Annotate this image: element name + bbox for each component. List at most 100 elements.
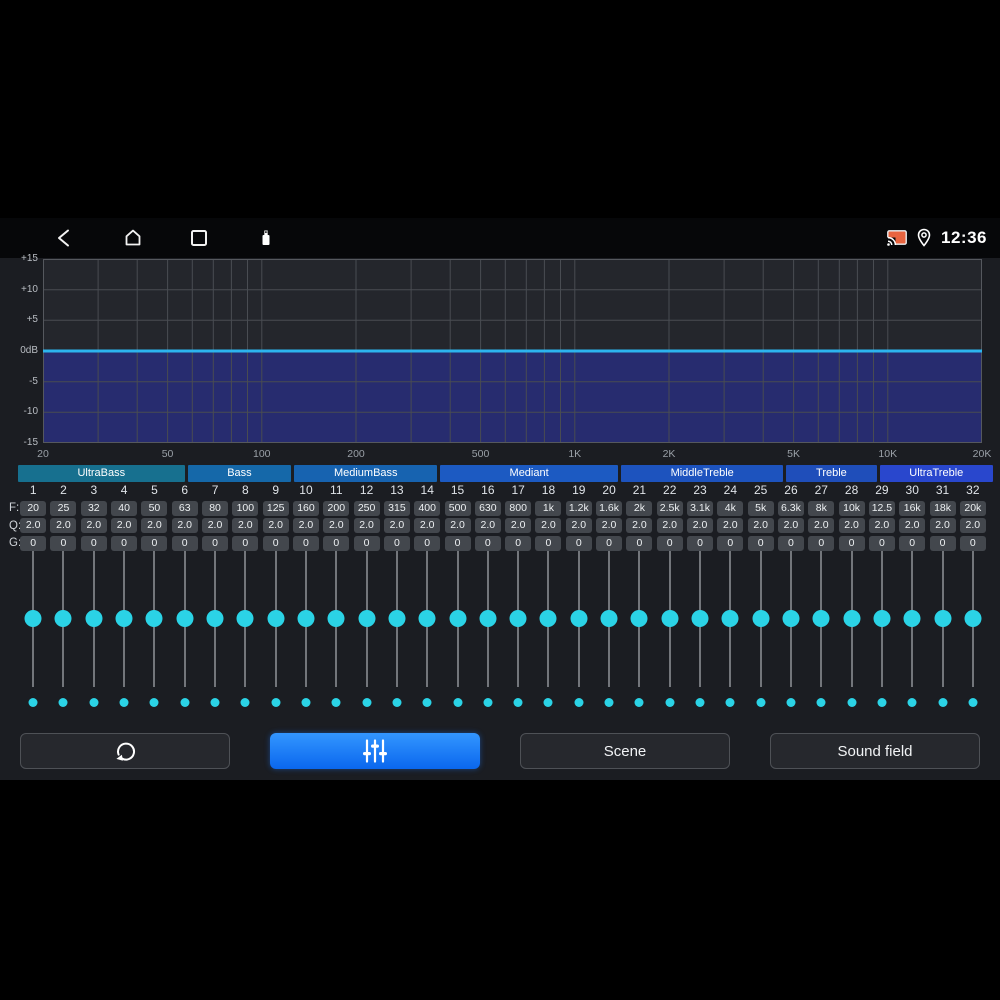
gain-value[interactable]: 0 (474, 535, 501, 551)
slider-knob[interactable] (85, 610, 103, 627)
sound-field-button[interactable]: Sound field (770, 733, 980, 769)
slider-knob[interactable] (449, 610, 467, 627)
slider-knob[interactable] (145, 610, 163, 627)
gain-value[interactable]: 0 (777, 535, 804, 551)
frequency-value[interactable]: 18k (929, 500, 956, 516)
frequency-value[interactable]: 315 (383, 500, 410, 516)
frequency-value[interactable]: 4k (717, 500, 744, 516)
frequency-value[interactable]: 16k (899, 500, 926, 516)
slider-knob[interactable] (418, 610, 436, 627)
slider-knob[interactable] (843, 610, 861, 627)
gain-value[interactable]: 0 (565, 535, 592, 551)
gain-value[interactable]: 0 (687, 535, 714, 551)
frequency-value[interactable]: 2k (626, 500, 653, 516)
gain-value[interactable]: 0 (171, 535, 198, 551)
frequency-value[interactable]: 3.1k (687, 500, 714, 516)
gain-value[interactable]: 0 (353, 535, 380, 551)
back-icon[interactable] (53, 226, 77, 250)
frequency-value[interactable]: 50 (141, 500, 168, 516)
band-header-bass[interactable]: Bass (187, 465, 292, 482)
gain-value[interactable]: 0 (899, 535, 926, 551)
q-factor-value[interactable]: 2.0 (383, 518, 410, 533)
slider-knob[interactable] (327, 610, 345, 627)
frequency-value[interactable]: 200 (323, 500, 350, 516)
q-factor-value[interactable]: 2.0 (687, 518, 714, 533)
frequency-value[interactable]: 8k (808, 500, 835, 516)
home-icon[interactable] (121, 226, 145, 250)
slider-knob[interactable] (206, 610, 224, 627)
slider-knob[interactable] (509, 610, 527, 627)
frequency-value[interactable]: 100 (232, 500, 259, 516)
band-header-treble[interactable]: Treble (786, 465, 877, 482)
q-factor-value[interactable]: 2.0 (262, 518, 289, 533)
q-factor-value[interactable]: 2.0 (717, 518, 744, 533)
frequency-value[interactable]: 25 (50, 500, 77, 516)
frequency-value[interactable]: 250 (353, 500, 380, 516)
q-factor-value[interactable]: 2.0 (808, 518, 835, 533)
q-factor-value[interactable]: 2.0 (111, 518, 138, 533)
slider-knob[interactable] (24, 610, 42, 627)
slider-knob[interactable] (115, 610, 133, 627)
band-header-mediumbass[interactable]: MediumBass (294, 465, 438, 482)
slider-knob[interactable] (176, 610, 194, 627)
q-factor-value[interactable]: 2.0 (747, 518, 774, 533)
recents-icon[interactable] (187, 226, 211, 250)
slider-knob[interactable] (479, 610, 497, 627)
slider-knob[interactable] (297, 610, 315, 627)
slider-knob[interactable] (782, 610, 800, 627)
frequency-value[interactable]: 2.5k (656, 500, 683, 516)
gain-value[interactable]: 0 (80, 535, 107, 551)
q-factor-value[interactable]: 2.0 (596, 518, 623, 533)
q-factor-value[interactable]: 2.0 (171, 518, 198, 533)
frequency-value[interactable]: 1.2k (565, 500, 592, 516)
frequency-value[interactable]: 630 (474, 500, 501, 516)
slider-knob[interactable] (721, 610, 739, 627)
frequency-value[interactable]: 1k (535, 500, 562, 516)
gain-value[interactable]: 0 (414, 535, 441, 551)
gain-value[interactable]: 0 (656, 535, 683, 551)
gain-value[interactable]: 0 (202, 535, 229, 551)
q-factor-value[interactable]: 2.0 (323, 518, 350, 533)
q-factor-value[interactable]: 2.0 (777, 518, 804, 533)
frequency-value[interactable]: 400 (414, 500, 441, 516)
q-factor-value[interactable]: 2.0 (535, 518, 562, 533)
q-factor-value[interactable]: 2.0 (444, 518, 471, 533)
gain-value[interactable]: 0 (111, 535, 138, 551)
slider-knob[interactable] (570, 610, 588, 627)
slider-knob[interactable] (358, 610, 376, 627)
gain-value[interactable]: 0 (20, 535, 47, 551)
gain-value[interactable]: 0 (383, 535, 410, 551)
gain-value[interactable]: 0 (626, 535, 653, 551)
frequency-value[interactable]: 6.3k (777, 500, 804, 516)
slider-knob[interactable] (388, 610, 406, 627)
q-factor-value[interactable]: 2.0 (868, 518, 895, 533)
slider-knob[interactable] (752, 610, 770, 627)
slider-knob[interactable] (903, 610, 921, 627)
gain-value[interactable]: 0 (50, 535, 77, 551)
q-factor-value[interactable]: 2.0 (20, 518, 47, 533)
gain-value[interactable]: 0 (323, 535, 350, 551)
frequency-value[interactable]: 10k (838, 500, 865, 516)
gain-value[interactable]: 0 (959, 535, 986, 551)
frequency-value[interactable]: 63 (171, 500, 198, 516)
slider-knob[interactable] (600, 610, 618, 627)
slider-knob[interactable] (630, 610, 648, 627)
q-factor-value[interactable]: 2.0 (50, 518, 77, 533)
frequency-value[interactable]: 125 (262, 500, 289, 516)
q-factor-value[interactable]: 2.0 (838, 518, 865, 533)
gain-value[interactable]: 0 (444, 535, 471, 551)
frequency-value[interactable]: 12.5 (868, 500, 895, 516)
gain-value[interactable]: 0 (596, 535, 623, 551)
slider-knob[interactable] (964, 610, 982, 627)
slider-knob[interactable] (661, 610, 679, 627)
scene-button[interactable]: Scene (520, 733, 730, 769)
q-factor-value[interactable]: 2.0 (292, 518, 319, 533)
frequency-value[interactable]: 40 (111, 500, 138, 516)
q-factor-value[interactable]: 2.0 (474, 518, 501, 533)
slider-knob[interactable] (812, 610, 830, 627)
reset-button[interactable] (20, 733, 230, 769)
gain-value[interactable]: 0 (292, 535, 319, 551)
slider-knob[interactable] (539, 610, 557, 627)
frequency-value[interactable]: 20k (959, 500, 986, 516)
gain-value[interactable]: 0 (929, 535, 956, 551)
